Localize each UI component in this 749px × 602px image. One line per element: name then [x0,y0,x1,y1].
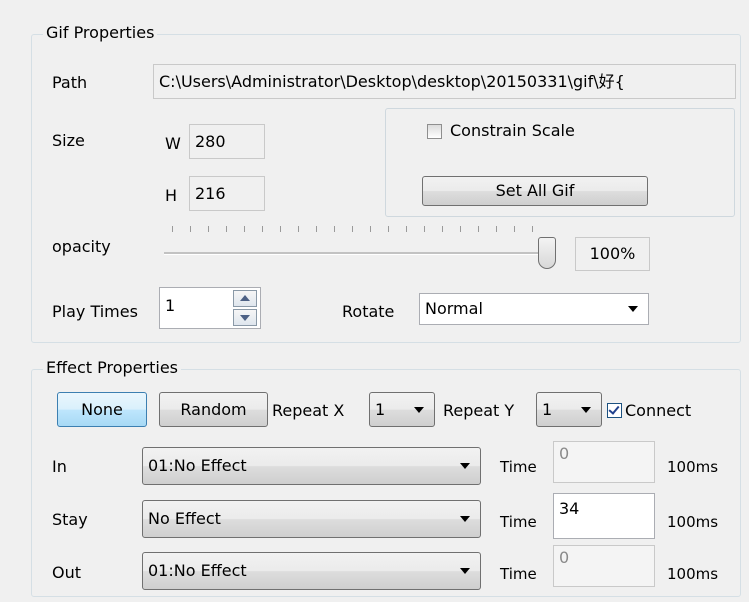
slider-tick [226,226,227,232]
repeat-x-select[interactable]: 1 [369,392,435,427]
out-time-unit: 100ms [667,565,719,583]
slider-tick [262,226,263,232]
out-effect-select[interactable]: 01:No Effect [142,552,481,590]
effect-properties-legend: Effect Properties [43,358,181,378]
width-field[interactable]: 280 [189,124,265,159]
slider-tick [478,226,479,232]
spin-up-icon[interactable] [233,290,257,307]
in-effect-select[interactable]: 01:No Effect [142,447,481,485]
connect-label[interactable]: Connect [625,400,691,422]
set-all-gif-button[interactable]: Set All Gif [422,176,648,206]
height-label: H [165,186,178,205]
opacity-value: 100% [575,237,650,271]
connect-checkbox[interactable] [607,403,622,418]
in-effect-value: 01:No Effect [148,456,247,475]
path-field[interactable]: C:\Users\Administrator\Desktop\desktop\2… [153,64,736,99]
slider-tick [514,226,515,232]
opacity-slider-thumb[interactable] [538,237,556,269]
in-time-field[interactable]: 0 [553,441,655,483]
height-field[interactable]: 216 [189,176,265,211]
in-time-unit: 100ms [667,458,719,476]
slider-tick [460,226,461,232]
slider-tick [370,226,371,232]
slider-tick [406,226,407,232]
stay-effect-select[interactable]: No Effect [142,500,481,538]
constrain-scale-checkbox[interactable] [427,124,442,139]
slider-tick [316,226,317,232]
chevron-down-icon [460,568,470,574]
opacity-slider-track [164,252,550,255]
slider-tick [388,226,389,232]
slider-tick [532,226,533,232]
stay-effect-value: No Effect [148,509,221,528]
none-button[interactable]: None [57,392,147,427]
rotate-value: Normal [425,299,483,318]
stay-time-field[interactable]: 34 [553,493,655,539]
play-times-field[interactable]: 1 [159,287,232,329]
in-time-label: Time [500,458,537,476]
play-times-label: Play Times [52,302,138,321]
slider-tick [298,226,299,232]
path-label: Path [52,73,88,92]
slider-tick [442,226,443,232]
stay-time-unit: 100ms [667,513,719,531]
repeat-y-value: 1 [542,400,553,419]
slider-tick [280,226,281,232]
out-time-field[interactable]: 0 [553,545,655,587]
chevron-down-icon [581,406,591,413]
opacity-slider-ticks [172,226,533,236]
slider-tick [352,226,353,232]
rotate-select[interactable]: Normal [419,293,649,325]
in-label: In [52,457,67,476]
chevron-down-icon [414,406,424,413]
out-label: Out [52,563,82,582]
slider-tick [190,226,191,232]
stay-label: Stay [52,510,88,529]
chevron-down-icon [460,463,470,469]
width-label: W [165,134,181,153]
chevron-down-icon [628,306,638,312]
constrain-scale-label[interactable]: Constrain Scale [450,120,575,142]
repeat-y-select[interactable]: 1 [536,392,602,427]
out-effect-value: 01:No Effect [148,561,247,580]
repeat-y-label: Repeat Y [443,401,515,420]
play-times-spinner[interactable] [231,287,261,329]
random-button[interactable]: Random [159,392,268,427]
slider-tick [172,226,173,232]
slider-tick [208,226,209,232]
slider-tick [424,226,425,232]
slider-tick [496,226,497,232]
gif-properties-legend: Gif Properties [43,23,158,43]
slider-tick [334,226,335,232]
stay-time-label: Time [500,513,537,531]
slider-tick [244,226,245,232]
out-time-label: Time [500,565,537,583]
spin-down-icon[interactable] [233,309,257,326]
repeat-x-value: 1 [375,400,386,419]
repeat-x-label: Repeat X [272,401,345,420]
rotate-label: Rotate [342,302,395,321]
size-label: Size [52,131,85,150]
opacity-label: opacity [52,237,111,256]
opacity-slider[interactable] [160,226,560,274]
chevron-down-icon [460,516,470,522]
